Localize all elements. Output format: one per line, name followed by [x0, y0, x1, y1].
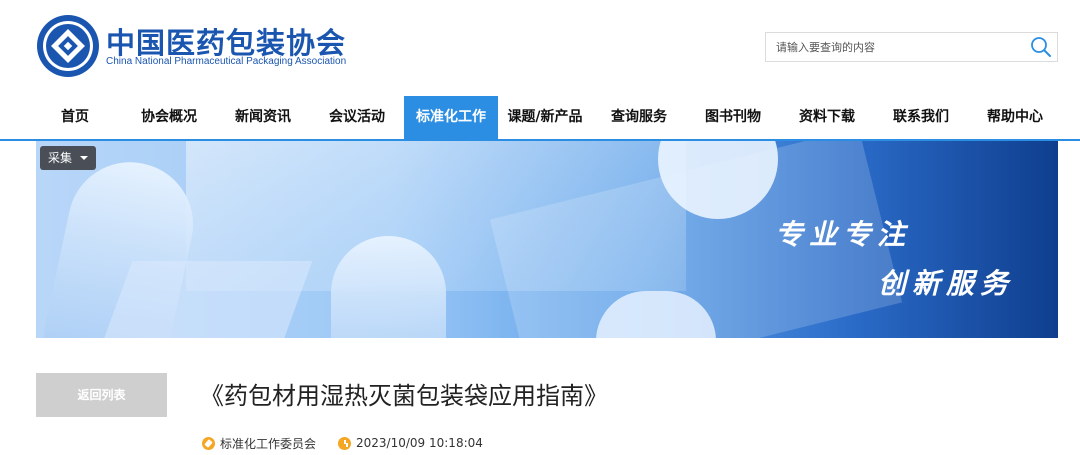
collect-button[interactable]: 采集 [40, 146, 96, 170]
site-logo[interactable]: 中国医药包装协会 China National Pharmaceutical P… [36, 14, 346, 78]
banner-slogan-line2: 创新服务 [878, 267, 1015, 300]
pen-icon [202, 436, 215, 450]
nav-item-events[interactable]: 会议活动 [310, 96, 404, 139]
nav-item-about[interactable]: 协会概况 [122, 96, 216, 139]
site-header: 中国医药包装协会 China National Pharmaceutical P… [0, 0, 1080, 96]
caret-down-icon [80, 156, 88, 160]
nav-item-standardization[interactable]: 标准化工作 [404, 96, 498, 139]
nav-item-projects[interactable]: 课题/新产品 [498, 96, 592, 139]
search-icon [1031, 37, 1051, 57]
nav-item-downloads[interactable]: 资料下载 [780, 96, 874, 139]
search-input[interactable] [766, 33, 1028, 61]
collect-label: 采集 [48, 151, 73, 165]
nav-item-home[interactable]: 首页 [28, 96, 122, 139]
banner-slogan-line1: 专业专注 [775, 218, 912, 251]
nav-item-contact[interactable]: 联系我们 [874, 96, 968, 139]
article-meta: 标准化工作委员会 2023/10/09 10:18:04 [202, 434, 483, 452]
article-title: 《药包材用湿热灭菌包装袋应用指南》 [200, 382, 608, 410]
clock-icon [338, 436, 352, 450]
nav-item-query[interactable]: 查询服务 [592, 96, 686, 139]
logo-subtitle: China National Pharmaceutical Packaging … [106, 56, 347, 67]
logo-emblem-icon [37, 15, 99, 77]
back-to-list-button[interactable]: 返回列表 [36, 373, 167, 417]
nav-item-news[interactable]: 新闻资讯 [216, 96, 310, 139]
nav-item-publications[interactable]: 图书刊物 [686, 96, 780, 139]
nav-item-help[interactable]: 帮助中心 [968, 96, 1062, 139]
search-box [765, 32, 1058, 62]
article-datetime: 2023/10/09 10:18:04 [356, 436, 483, 450]
search-button[interactable] [1029, 36, 1053, 58]
main-nav: 首页 协会概况 新闻资讯 会议活动 标准化工作 课题/新产品 查询服务 图书刊物… [0, 96, 1080, 141]
nav-list: 首页 协会概况 新闻资讯 会议活动 标准化工作 课题/新产品 查询服务 图书刊物… [28, 96, 1062, 139]
article-author: 标准化工作委员会 [220, 436, 317, 451]
